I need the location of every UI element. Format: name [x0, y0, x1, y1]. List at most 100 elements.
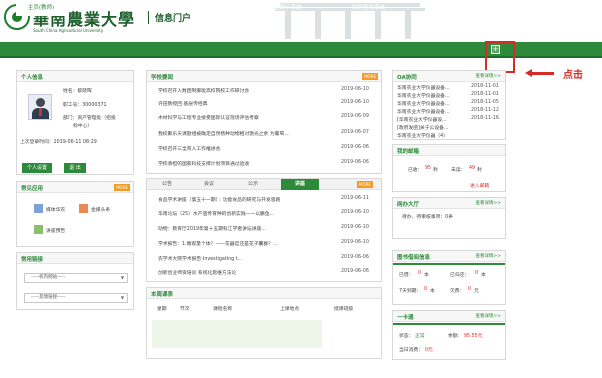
card-balance-value: 95.55元	[464, 334, 483, 339]
nav-home[interactable]: 主页(教师)	[16, 0, 66, 16]
nav-service-hall[interactable]: 待生办事服务大厅	[98, 0, 142, 16]
news-item[interactable]: 木材科学与工程专业接受国际认证现场评估考察	[158, 114, 259, 121]
arrow-shaft	[530, 72, 554, 75]
news-item[interactable]: 学校召开人数困制御能高校院校工作研讨会	[158, 87, 249, 94]
lecture-date: 2019-06-10	[341, 225, 369, 230]
oa-date: 2018-11-05	[471, 100, 499, 105]
lecture-date: 2019-06-11	[341, 196, 369, 201]
returned-label: 已归还：	[450, 273, 470, 278]
school-name-en: South China Agricultural University	[33, 28, 104, 33]
oa-date: 2018-11-01	[471, 92, 499, 97]
oa-item[interactable]: 华南农业大学仪器（4）	[397, 132, 448, 139]
news-date: 2019-06-06	[341, 160, 369, 165]
panel-title: 本周课表	[151, 292, 174, 298]
view-details-link[interactable]: 查看详情>>	[475, 313, 501, 319]
enter-mailbox-link[interactable]: 进入邮箱	[470, 182, 489, 189]
view-details-link[interactable]: 查看详情>>	[475, 253, 501, 259]
lecture-item[interactable]: 动物：教育厅2019年第十五期科江学者讲坛讲座...	[158, 225, 266, 232]
more-button[interactable]: MORE	[357, 181, 373, 188]
oa-item[interactable]: 华南农业大学仪器设备...	[397, 108, 450, 115]
avatar	[28, 94, 52, 120]
app-headlines[interactable]: 金媒头条	[91, 206, 110, 213]
app-lectures[interactable]: 讲座预告	[46, 227, 65, 234]
news-item[interactable]: 学校召开三全育人工作推进会	[158, 145, 220, 152]
oa-item[interactable]: 华南农业大学仪器设备...	[397, 84, 450, 91]
headline-icon	[79, 204, 88, 213]
borrowed-label: 已借：	[399, 273, 414, 278]
view-details-link[interactable]: 查看详情>>	[475, 200, 501, 206]
news-date: 2019-06-06	[341, 145, 369, 150]
panel-title: 一卡通	[397, 315, 414, 321]
fine-unit: 元	[474, 289, 479, 294]
panel-title: OA协同	[397, 75, 417, 81]
highlight-box	[485, 41, 515, 73]
card-today-value: 0元	[425, 348, 433, 353]
col-class: 授课班级	[334, 307, 354, 312]
mail-read-label: 已收：	[408, 168, 423, 173]
click-annotation: 点击	[563, 70, 583, 81]
mail-read-unit: 封	[433, 168, 438, 173]
col-course: 课程名称	[213, 307, 233, 312]
col-period: 节次	[180, 307, 190, 312]
panel-title: 学校要闻	[151, 75, 174, 81]
lecture-date: 2019-06-06	[341, 255, 369, 260]
lecture-date: 2019-06-10	[341, 210, 369, 215]
borrowed-count: 0	[418, 271, 422, 276]
nav-academic[interactable]: 教务系统	[431, 0, 453, 16]
portal-title: 信息门户	[148, 11, 191, 24]
panel-title: 常用链接	[21, 257, 44, 263]
lecture-item[interactable]: 华南论坛（25）水产遗传育种的创新实践——以鳜鱼...	[158, 210, 274, 217]
news-item[interactable]: 学校承担的国家科技支撑计划项目通过验收	[158, 160, 249, 167]
nav-business[interactable]: 业务	[466, 0, 477, 16]
tab-notices[interactable]: 公告	[150, 179, 184, 190]
news-date: 2019-06-10	[341, 87, 369, 92]
more-button[interactable]: MORE	[362, 73, 378, 80]
campus-sites-select[interactable]: -----校内网站-----	[24, 273, 128, 283]
tab-meetings[interactable]: 会议	[192, 179, 226, 190]
view-details-link[interactable]: 查看详情>>	[475, 73, 501, 79]
card-balance-label: 余额：	[448, 334, 463, 339]
logout-button[interactable]: 退 出	[64, 163, 86, 173]
app-media-huanong[interactable]: 媒体华农	[46, 206, 65, 213]
news-item[interactable]: 许田教授回 基层传经典	[158, 100, 208, 107]
news-item[interactable]: 我校聚乐天课题组被确定自然杨种动物相对激光之余 为葡萄...	[158, 130, 289, 137]
news-date: 2019-06-10	[341, 100, 369, 105]
news-date: 2019-06-09	[341, 114, 369, 119]
user-department-cont: 标中心）	[73, 124, 93, 129]
lecture-item[interactable]: 食品学术讲座（第五十一期）：功能食品的研究与开发思路	[158, 196, 280, 203]
lecture-item[interactable]: 学术报告：1.微观量个体？——花器官还是花子囊群？...	[158, 240, 277, 247]
tab-lectures[interactable]: 讲座	[281, 179, 319, 190]
friend-links-select[interactable]: -----友情链接-----	[24, 293, 128, 303]
mail-read-count: 95	[425, 166, 432, 171]
oa-item[interactable]: 华南农业大学仪器设备...	[397, 100, 450, 107]
oa-item[interactable]: [政府发函]关于公设备...	[397, 124, 449, 131]
pending-items[interactable]: 待办、待审核事项：0条	[402, 213, 453, 220]
lecture-date: 2019-06-06	[341, 269, 369, 274]
lecture-item[interactable]: 创新创业师资培训 系统化思维方法论	[158, 269, 236, 276]
panel-title: 常见应用	[21, 186, 44, 192]
schedule-body	[152, 320, 322, 348]
oa-item[interactable]: 华南农业大学仪器设备...	[397, 92, 450, 99]
nav-oa[interactable]: OA系统	[200, 0, 219, 16]
lecture-icon	[34, 225, 43, 234]
panel-title: 网办大厅	[397, 202, 420, 208]
oa-item[interactable]: [华南农业大学仪器设...	[397, 116, 447, 123]
col-weekday: 星期	[157, 307, 167, 312]
user-department: 部门：资产管理处（招投	[63, 116, 116, 121]
card-status-value: 正常	[415, 334, 425, 339]
tab-publicity[interactable]: 公示	[236, 179, 270, 190]
lecture-item[interactable]: 农学术大院学术报告-Investigating t...	[158, 255, 242, 262]
fine-label: 欠费：	[450, 289, 465, 294]
lecture-date: 2019-06-10	[341, 240, 369, 245]
more-button[interactable]: MORE	[114, 184, 130, 191]
mail-unread-label: 未读：	[451, 168, 466, 173]
settings-button[interactable]: 个人设置	[22, 163, 52, 173]
nav-bigdata[interactable]: 大数据展示系统	[263, 0, 302, 16]
panel-title: 个人信息	[21, 75, 44, 81]
due-soon-count: 0	[424, 287, 428, 292]
oa-date: 2018-11-16	[471, 116, 499, 121]
user-job-number: 职工号：30000371	[63, 103, 107, 108]
nav-finance[interactable]: 财务查询系统	[352, 0, 385, 16]
returned-unit: 本	[481, 273, 486, 278]
card-status-label: 状态：	[399, 334, 414, 339]
